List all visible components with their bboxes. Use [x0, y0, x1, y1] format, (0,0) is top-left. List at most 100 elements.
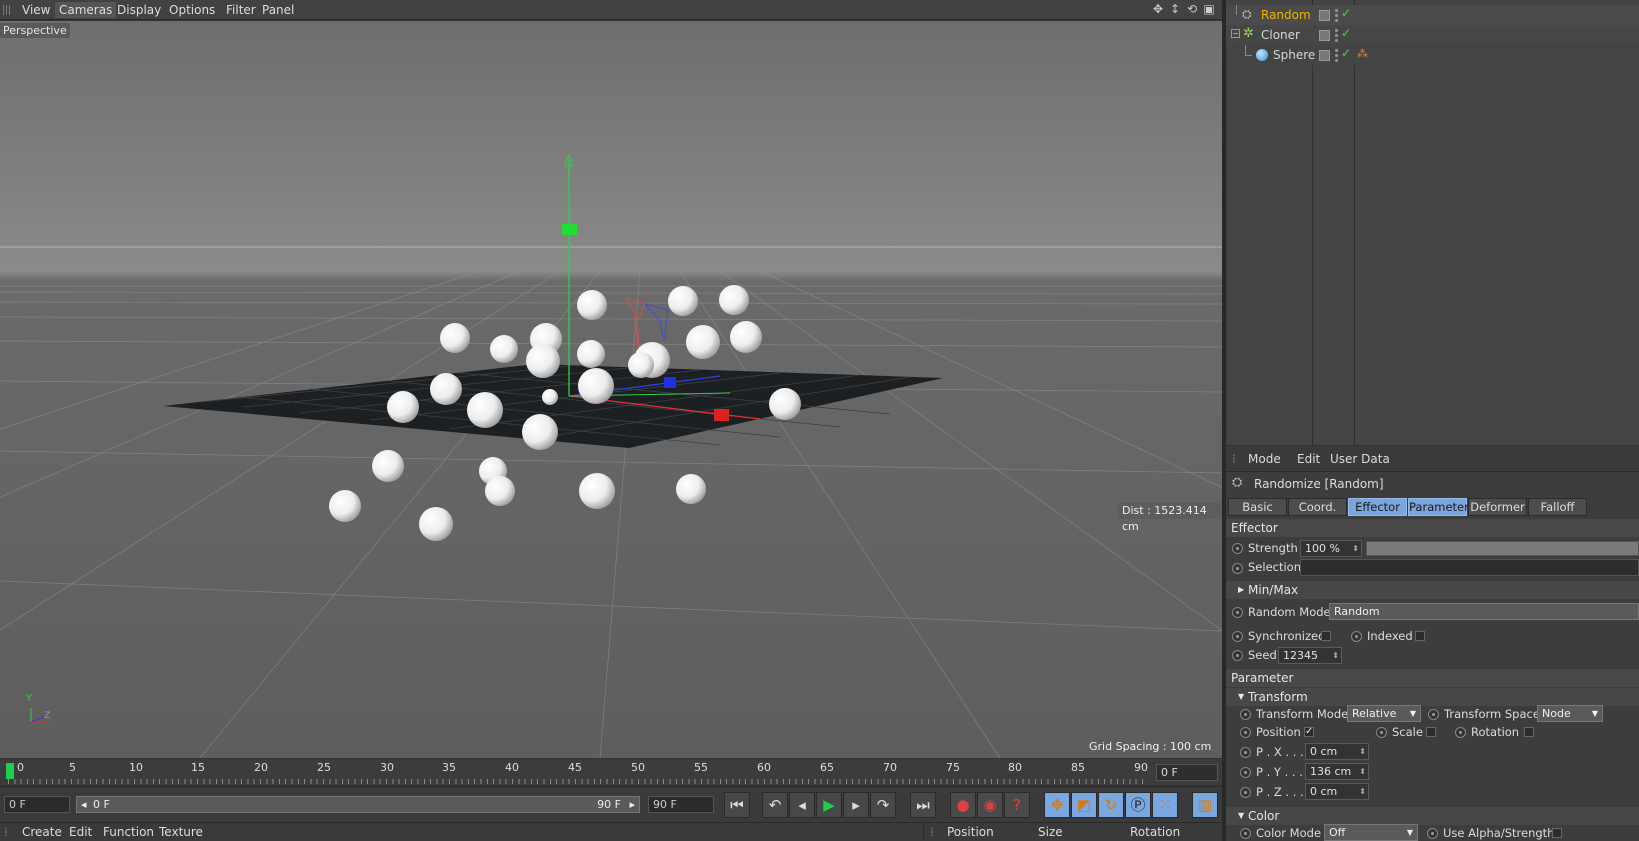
menu-display[interactable]: Display — [113, 2, 165, 18]
range-right-arrow-icon[interactable]: ▸ — [629, 797, 635, 812]
animate-radio-icon[interactable] — [1240, 709, 1251, 720]
record-pla-icon[interactable]: ⁙ — [1152, 792, 1178, 818]
animate-radio-icon[interactable] — [1240, 747, 1251, 758]
minmax-group[interactable]: ▶ Min/Max — [1226, 581, 1639, 599]
animate-radio-icon[interactable] — [1232, 543, 1243, 554]
enabled-check-icon[interactable]: ✓ — [1341, 26, 1351, 40]
selection-link-field[interactable] — [1300, 559, 1639, 576]
scale-checkbox[interactable] — [1426, 727, 1436, 737]
animate-radio-icon[interactable] — [1232, 650, 1243, 661]
px-field[interactable]: 0 cm ⬍ — [1305, 743, 1369, 760]
menu-edit[interactable]: Edit — [69, 825, 92, 839]
synchronized-checkbox[interactable] — [1321, 631, 1331, 641]
menu-edit[interactable]: Edit — [1297, 452, 1320, 466]
collapse-arrow-icon[interactable]: ▼ — [1238, 807, 1244, 825]
enabled-check-icon[interactable]: ✓ — [1341, 46, 1351, 60]
goto-start-button[interactable]: ⏮ — [724, 792, 750, 818]
tab-falloff[interactable]: Falloff — [1528, 498, 1587, 516]
animate-radio-icon[interactable] — [1240, 727, 1251, 738]
next-key-button[interactable]: ↷ — [870, 792, 896, 818]
rotation-checkbox[interactable] — [1524, 727, 1534, 737]
menu-function[interactable]: Function — [103, 825, 154, 839]
strength-slider[interactable] — [1366, 541, 1639, 556]
menu-texture[interactable]: Texture — [159, 825, 203, 839]
spinner-icon[interactable]: ⬍ — [1359, 764, 1366, 779]
spinner-icon[interactable]: ⬍ — [1359, 744, 1366, 759]
menu-cameras[interactable]: Cameras — [55, 2, 117, 18]
animate-radio-icon[interactable] — [1232, 563, 1243, 574]
record-position-icon[interactable]: ✥ — [1044, 792, 1070, 818]
py-field[interactable]: 136 cm ⬍ — [1305, 763, 1369, 780]
collapse-toggle-icon[interactable]: − — [1231, 29, 1240, 38]
tab-parameter[interactable]: Parameter — [1408, 498, 1469, 516]
animate-radio-icon[interactable] — [1427, 828, 1438, 839]
transform-space-dropdown[interactable]: Node ▼ — [1537, 705, 1603, 722]
animate-radio-icon[interactable] — [1240, 767, 1251, 778]
prev-frame-button[interactable]: ◂ — [789, 792, 815, 818]
record-keys-button[interactable]: ● — [950, 792, 976, 818]
visibility-dots-icon[interactable] — [1334, 28, 1339, 42]
pz-field[interactable]: 0 cm ⬍ — [1305, 783, 1369, 800]
visibility-dots-icon[interactable] — [1334, 48, 1339, 62]
drag-grip-icon[interactable]: ⁞ — [1232, 452, 1236, 466]
collapse-arrow-icon[interactable]: ▼ — [1238, 688, 1244, 706]
tab-effector[interactable]: Effector — [1348, 498, 1407, 516]
transform-mode-dropdown[interactable]: Relative ▼ — [1347, 705, 1421, 722]
playhead-marker[interactable] — [6, 763, 14, 779]
visibility-editor-icon[interactable] — [1319, 50, 1330, 61]
maximize-view-icon[interactable]: ▣ — [1202, 2, 1216, 16]
record-rotation-icon[interactable]: ↻ — [1098, 792, 1124, 818]
animate-radio-icon[interactable] — [1240, 787, 1251, 798]
phong-tag-icon[interactable]: ⁂ — [1357, 47, 1368, 60]
strength-field[interactable]: 100 % ⬍ — [1300, 540, 1362, 557]
spinner-icon[interactable]: ⬍ — [1359, 784, 1366, 799]
prev-key-button[interactable]: ↶ — [762, 792, 788, 818]
random-mode-dropdown[interactable]: Random — [1329, 603, 1639, 620]
color-mode-dropdown[interactable]: Off ▼ — [1324, 824, 1418, 841]
next-frame-button[interactable]: ▸ — [843, 792, 869, 818]
tab-deformer[interactable]: Deformer — [1468, 498, 1527, 516]
keyframe-selection-button[interactable]: ? — [1004, 792, 1030, 818]
menu-filter[interactable]: Filter — [222, 2, 260, 18]
drag-grip-icon[interactable]: ⁞ — [930, 825, 934, 839]
current-frame-field[interactable]: 0 F — [4, 796, 70, 813]
3d-viewport[interactable]: Y Z Perspective Dist : 1523.414 cm Grid … — [0, 21, 1222, 758]
transform-group[interactable]: ▼ Transform — [1226, 688, 1639, 706]
enabled-check-icon[interactable]: ✓ — [1341, 6, 1351, 20]
animate-radio-icon[interactable] — [1232, 607, 1243, 618]
dropdown-arrow-icon[interactable]: ▼ — [1592, 706, 1598, 721]
use-alpha-checkbox[interactable] — [1552, 828, 1562, 838]
animate-radio-icon[interactable] — [1240, 828, 1251, 839]
dropdown-arrow-icon[interactable]: ▼ — [1407, 825, 1413, 840]
play-button[interactable]: ▶ — [816, 792, 842, 818]
position-checkbox[interactable]: ✓ — [1304, 727, 1314, 737]
drag-grip-icon[interactable]: ⁞ — [4, 825, 8, 839]
menu-view[interactable]: View — [18, 2, 54, 18]
goto-end-button[interactable]: ⏭ — [910, 792, 936, 818]
menu-create[interactable]: Create — [22, 825, 62, 839]
animate-radio-icon[interactable] — [1428, 709, 1439, 720]
indexed-checkbox[interactable] — [1415, 631, 1425, 641]
range-left-arrow-icon[interactable]: ◂ — [81, 797, 87, 812]
record-parameter-icon[interactable]: Ⓟ — [1125, 792, 1151, 818]
menu-panel[interactable]: Panel — [258, 2, 298, 18]
tab-basic[interactable]: Basic — [1228, 498, 1287, 516]
animate-radio-icon[interactable] — [1455, 727, 1466, 738]
object-row-sphere[interactable]: Sphere ✓ ⁂ — [1226, 45, 1639, 65]
expand-arrow-icon[interactable]: ▶ — [1238, 581, 1244, 599]
move-view-icon[interactable]: ✥ — [1151, 2, 1165, 16]
rotate-view-icon[interactable]: ⟲ — [1185, 2, 1199, 16]
seed-field[interactable]: 12345 ⬍ — [1278, 647, 1342, 664]
menu-user-data[interactable]: User Data — [1330, 452, 1390, 466]
spinner-icon[interactable]: ⬍ — [1332, 648, 1339, 663]
preview-range-slider[interactable]: ◂ 0 F 90 F ▸ — [76, 796, 640, 813]
scene-canvas[interactable] — [0, 21, 1222, 758]
record-scale-icon[interactable]: ◩ — [1071, 792, 1097, 818]
object-name[interactable]: Cloner — [1261, 28, 1300, 42]
spinner-icon[interactable]: ⬍ — [1352, 541, 1359, 556]
autokey-button[interactable]: ◉ — [977, 792, 1003, 818]
color-group[interactable]: ▼ Color — [1226, 807, 1639, 825]
visibility-editor-icon[interactable] — [1319, 10, 1330, 21]
scheme-icon[interactable]: ▥ — [1192, 792, 1218, 818]
animate-radio-icon[interactable] — [1351, 631, 1362, 642]
